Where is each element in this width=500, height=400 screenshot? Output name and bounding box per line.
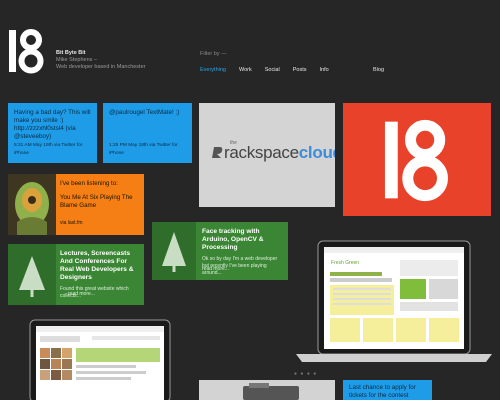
- tweet-meta: 1:25 PM May 18th via Twitter for iPhone: [109, 143, 178, 156]
- filter-info[interactable]: Info: [319, 67, 328, 73]
- filter-everything[interactable]: Everything: [200, 67, 226, 73]
- tweet-text: Last chance to apply for tickets for the…: [349, 384, 416, 399]
- laptop-site-title: Fresh Green: [331, 260, 359, 266]
- read-more-link[interactable]: read more...: [202, 266, 229, 272]
- logo-mark-icon: [384, 119, 448, 202]
- post-tile[interactable]: Face tracking with Arduino, OpenCV & Pro…: [152, 222, 288, 280]
- portfolio-laptop-image[interactable]: [24, 318, 176, 400]
- post-tile[interactable]: Lectures, Screencasts And Conferences Fo…: [8, 244, 144, 305]
- post-thumb: [8, 244, 56, 305]
- rackspace-logo-icon: [212, 147, 223, 158]
- post-thumb: [152, 222, 196, 280]
- tree-icon: [19, 256, 45, 297]
- filter-nav: Everything Work Social Posts Info: [200, 67, 342, 73]
- sponsor-wordmark: rackspacecloud: [224, 143, 335, 163]
- tweet-tile[interactable]: Having a bad day? This will make you smi…: [8, 103, 97, 163]
- sponsor-rackspace-tile[interactable]: the rackspacecloud: [199, 103, 335, 207]
- tweet-meta: 5:31 AM May 19th via Twitter for iPhone: [14, 143, 83, 156]
- brand-name: Mike Stephens –: [56, 57, 97, 63]
- sponsor-word-a: rackspace: [224, 143, 299, 162]
- tree-icon: [162, 232, 186, 272]
- brand-tagline: Web developer based in Manchester: [56, 64, 146, 70]
- filter-posts[interactable]: Posts: [293, 67, 307, 73]
- carousel-pager[interactable]: ● ● ● ●: [294, 371, 317, 377]
- brand-title: Bit Byte Bit: [56, 50, 86, 56]
- site-logo[interactable]: [8, 28, 44, 74]
- tweet-text: Having a bad day? This will make you smi…: [14, 109, 91, 140]
- read-more-link[interactable]: read more...: [68, 291, 95, 297]
- lastfm-tile[interactable]: I've been listening to: You Me At Six Pl…: [8, 174, 144, 235]
- portfolio-laptop-image[interactable]: Fresh Green: [296, 238, 492, 364]
- product-image-tile[interactable]: [199, 380, 335, 400]
- filter-label: Filter by —: [200, 51, 227, 57]
- post-title[interactable]: Face tracking with Arduino, OpenCV & Pro…: [202, 228, 284, 252]
- lastfm-via: via last.fm: [60, 220, 83, 226]
- logo-tile[interactable]: [343, 103, 491, 216]
- tweet-tile[interactable]: Last chance to apply for tickets for the…: [343, 380, 432, 400]
- sponsor-word-b: cloud: [298, 143, 335, 162]
- brand-info: Bit Byte Bit Mike Stephens – Web develop…: [56, 50, 145, 71]
- album-art: [8, 174, 56, 235]
- camera-image: [199, 380, 335, 400]
- filter-work[interactable]: Work: [239, 67, 252, 73]
- lastfm-intro: I've been listening to:: [60, 180, 118, 187]
- blog-link[interactable]: Blog: [373, 67, 384, 73]
- filter-social[interactable]: Social: [265, 67, 280, 73]
- lastfm-text: I've been listening to: You Me At Six Pl…: [60, 180, 140, 227]
- lastfm-track: You Me At Six Playing The Blame Game: [60, 194, 133, 209]
- tweet-text: @paulrougel TextMate! ;): [109, 109, 180, 116]
- tweet-tile[interactable]: @paulrougel TextMate! ;) 1:25 PM May 18t…: [103, 103, 192, 163]
- post-title[interactable]: Lectures, Screencasts And Conferences Fo…: [60, 250, 140, 282]
